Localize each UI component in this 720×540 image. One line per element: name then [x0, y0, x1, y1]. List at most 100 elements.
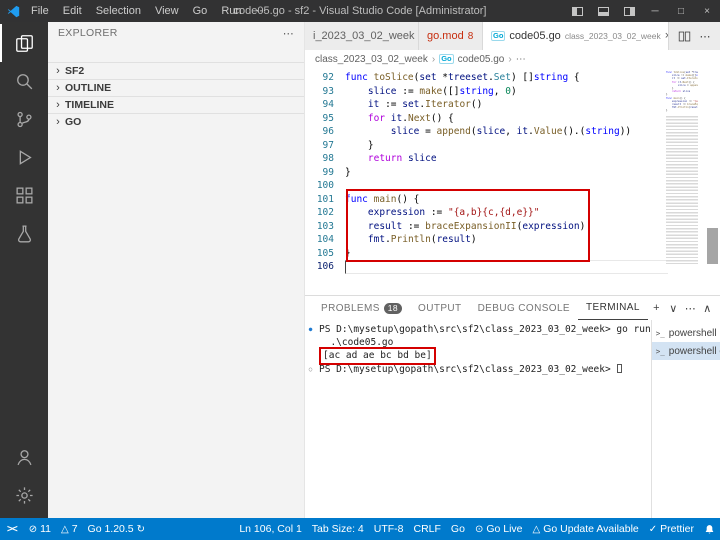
- panel-tab-terminal[interactable]: TERMINAL: [578, 296, 648, 320]
- panel-tab-debug-console[interactable]: DEBUG CONSOLE: [470, 296, 578, 320]
- split-editor-icon[interactable]: [675, 30, 693, 43]
- toggle-panel-icon[interactable]: [590, 0, 616, 22]
- tab-size[interactable]: Tab Size: 4: [307, 518, 369, 540]
- sync-icon: ↻: [136, 523, 146, 535]
- tab-bar: i_2023_03_02_week go.mod 8 Go code05.go class…: [305, 22, 720, 50]
- eol[interactable]: CRLF: [409, 518, 446, 540]
- terminal-output[interactable]: ● PS D:\mysetup\gopath\src\sf2\class_2023…: [305, 320, 651, 518]
- explorer-icon[interactable]: [0, 24, 48, 62]
- terminal-line: ○ PS D:\mysetup\gopath\src\sf2\class_2023…: [305, 363, 651, 376]
- editor-tab[interactable]: i_2023_03_02_week: [305, 22, 419, 50]
- notifications[interactable]: [699, 518, 720, 540]
- code-text: func toSlice(set *treeset.Set) []string …: [345, 72, 580, 83]
- sidebar-section-go[interactable]: › GO: [48, 113, 304, 130]
- search-icon[interactable]: [0, 62, 48, 100]
- scrollbar-thumb[interactable]: [707, 228, 718, 264]
- breadcrumb-item[interactable]: class_2023_03_02_week: [315, 54, 428, 65]
- minimap[interactable]: func toSlice(set *treeset.Set) []string …: [666, 71, 698, 286]
- new-terminal-icon[interactable]: +: [648, 302, 665, 315]
- menu-item[interactable]: Run: [214, 0, 248, 22]
- code-line: 94 it := set.Iterator(): [305, 98, 720, 112]
- terminal-text: [ac ad ae bc bd be]: [316, 347, 436, 365]
- prettier[interactable]: ✓ Prettier: [644, 518, 699, 540]
- code-text: fmt.Println(result): [367, 234, 477, 245]
- close-icon[interactable]: ×: [665, 30, 668, 42]
- encoding[interactable]: UTF-8: [369, 518, 409, 540]
- go-version[interactable]: Go 1.20.5 ↻: [83, 518, 151, 540]
- terminal-list-item[interactable]: >_ powershell: [652, 324, 720, 342]
- panel-tab-output[interactable]: OUTPUT: [410, 296, 470, 320]
- more-actions-icon[interactable]: ⋯: [283, 27, 294, 40]
- terminal-name: powershell cla…: [668, 345, 720, 357]
- broadcast-icon: ⊙: [474, 523, 484, 535]
- menu-item[interactable]: Go: [186, 0, 215, 22]
- line-number: 98: [322, 153, 334, 164]
- code-line: 102 expression := "{a,b}{c,{d,e}}": [305, 206, 720, 220]
- title-bar: File Edit Selection View Go Run ⋯ code05.go - …: [0, 0, 720, 22]
- maximize-panel-icon[interactable]: ∧: [699, 302, 716, 315]
- errors-count[interactable]: ⊘ 11: [24, 518, 56, 540]
- breadcrumb-item[interactable]: ⋯: [516, 54, 526, 65]
- menu-item[interactable]: View: [148, 0, 186, 22]
- status-label: Go: [450, 523, 465, 535]
- menu-item[interactable]: ⋯: [249, 0, 274, 22]
- menu-item[interactable]: File: [24, 0, 56, 22]
- settings-icon[interactable]: [0, 476, 48, 514]
- panel-tab-problems[interactable]: PROBLEMS 18: [313, 296, 410, 320]
- code-line: 106: [305, 260, 720, 274]
- terminal-list: >_powershell>_powershell cla…: [650, 320, 720, 518]
- launch-profile-icon[interactable]: ∨: [665, 302, 682, 315]
- panel-tab-label: PROBLEMS: [321, 302, 380, 314]
- chevron-right-icon: ›: [56, 116, 60, 128]
- code-line: 93 slice := make([]string, 0): [305, 85, 720, 99]
- testing-icon[interactable]: [0, 214, 48, 252]
- source-control-icon[interactable]: [0, 100, 48, 138]
- editor-tab[interactable]: go.mod 8: [419, 22, 483, 50]
- extensions-icon[interactable]: [0, 176, 48, 214]
- vscode-window: File Edit Selection View Go Run ⋯ code05.go - …: [0, 0, 720, 540]
- code-text: func main() {: [345, 193, 420, 205]
- editor[interactable]: 92 func toSlice(set *treeset.Set) []strin…: [305, 68, 720, 295]
- sidebar-section-outline[interactable]: › OUTLINE: [48, 79, 304, 96]
- run-debug-icon[interactable]: [0, 138, 48, 176]
- more-actions-icon[interactable]: ⋯: [682, 302, 699, 315]
- cursor-position[interactable]: Ln 106, Col 1: [234, 518, 306, 540]
- menu-item[interactable]: Selection: [89, 0, 148, 22]
- go-live[interactable]: ⊙ Go Live: [470, 518, 528, 540]
- language-mode[interactable]: Go: [446, 518, 470, 540]
- terminal-list-item[interactable]: >_powershell cla…: [651, 342, 720, 360]
- editor-tab[interactable]: Gocode05.goclass_2023_03_02_week ×: [483, 22, 669, 50]
- sidebar-section-sf2[interactable]: › SF2: [48, 62, 304, 79]
- tab-strip: i_2023_03_02_week go.mod 8 Go code05.go class…: [305, 22, 669, 50]
- panel-header: PROBLEMS 18 OUTPUT DEBUG CONSOLE TERMINAL + ∨…: [305, 296, 720, 320]
- warnings-count[interactable]: △ 7: [56, 518, 83, 540]
- line-number: 97: [322, 139, 334, 151]
- close-icon[interactable]: ×: [694, 0, 720, 22]
- go-update[interactable]: △ Go Update Available: [528, 518, 644, 540]
- maximize-icon[interactable]: □: [668, 0, 694, 22]
- account-icon[interactable]: [0, 438, 48, 476]
- status-label: 7: [71, 523, 78, 535]
- code-line: 100: [305, 179, 720, 193]
- go-file-icon: Go: [439, 54, 454, 64]
- breadcrumb-item[interactable]: code05.go: [458, 54, 505, 65]
- panel-tabs: PROBLEMS 18 OUTPUT DEBUG CONSOLE TERMINAL: [313, 296, 648, 320]
- bell-icon: [704, 524, 715, 535]
- line-number: 95: [322, 112, 334, 124]
- terminal-text: PS D:\mysetup\gopath\src\sf2\class_2023_…: [319, 324, 651, 335]
- error-icon: ⊘: [28, 523, 38, 535]
- toggle-sidebar-icon[interactable]: [564, 0, 590, 22]
- sidebar-section-timeline[interactable]: › TIMELINE: [48, 96, 304, 113]
- code-line: 101 func main() {: [305, 193, 720, 207]
- minimize-icon[interactable]: ─: [642, 0, 668, 22]
- menu-item[interactable]: Edit: [56, 0, 89, 22]
- more-actions-icon[interactable]: ⋯: [696, 30, 714, 43]
- sidebar-header: EXPLORER ⋯: [48, 22, 304, 44]
- remote-indicator[interactable]: ><: [0, 518, 24, 540]
- titlebar-actions: ─ □ ×: [564, 0, 720, 22]
- window-controls: ─ □ ×: [642, 0, 720, 22]
- close-panel-icon[interactable]: ×: [716, 302, 720, 315]
- status-label: Ln 106, Col 1: [239, 523, 302, 535]
- code-line: 98 return slice: [305, 152, 720, 166]
- customize-layout-icon[interactable]: [616, 0, 642, 22]
